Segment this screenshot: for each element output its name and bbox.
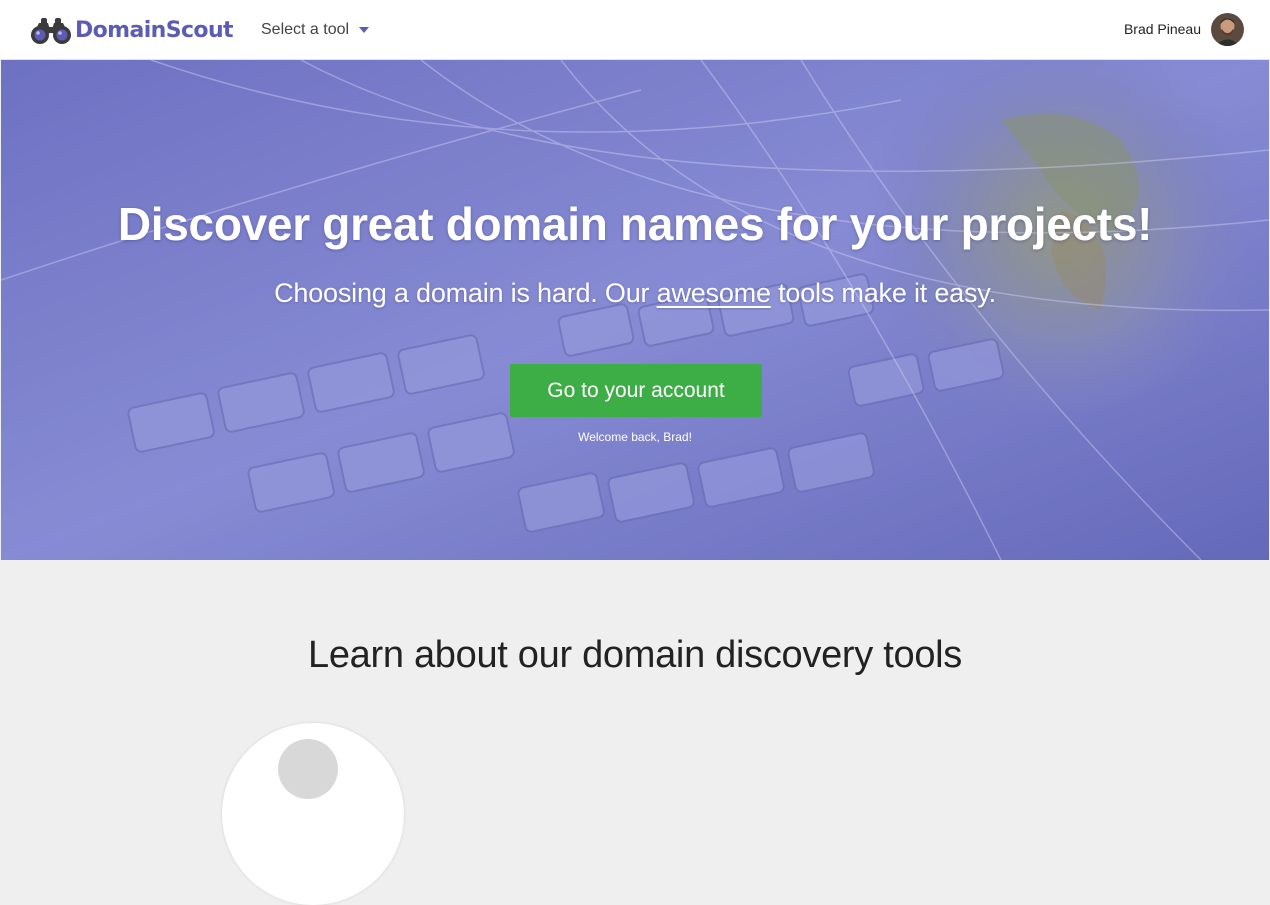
hero-subtitle: Choosing a domain is hard. Our awesome t… <box>1 278 1269 309</box>
hero-subtitle-before: Choosing a domain is hard. Our <box>274 278 657 308</box>
tool-select-label: Select a tool <box>261 21 350 38</box>
tools-section-title: Learn about our domain discovery tools <box>308 634 962 676</box>
awesome-link[interactable]: awesome <box>657 278 771 308</box>
hero-title: Discover great domain names for your pro… <box>117 198 1153 250</box>
brand-name: DomainScout <box>75 17 234 43</box>
tool-icon <box>278 739 338 799</box>
binoculars-icon <box>31 18 71 44</box>
user-name: Brad Pineau <box>1123 21 1201 37</box>
brand-logo[interactable]: DomainScout <box>30 14 234 46</box>
top-navbar: DomainScout Select a tool Brad Pineau <box>0 0 1270 60</box>
welcome-message: Welcome back, Brad! <box>578 430 692 444</box>
hero-subtitle-after: tools make it easy. <box>770 278 996 308</box>
go-to-account-button[interactable]: Go to your account <box>510 364 762 417</box>
caret-down-icon <box>359 27 370 33</box>
hero-content: Discover great domain names for your pro… <box>1 60 1269 560</box>
avatar[interactable] <box>1211 12 1244 46</box>
tool-select-dropdown[interactable]: Select a tool <box>261 19 370 41</box>
hero-banner: Discover great domain names for your pro… <box>1 60 1269 560</box>
user-menu[interactable]: Brad Pineau <box>1124 12 1244 46</box>
